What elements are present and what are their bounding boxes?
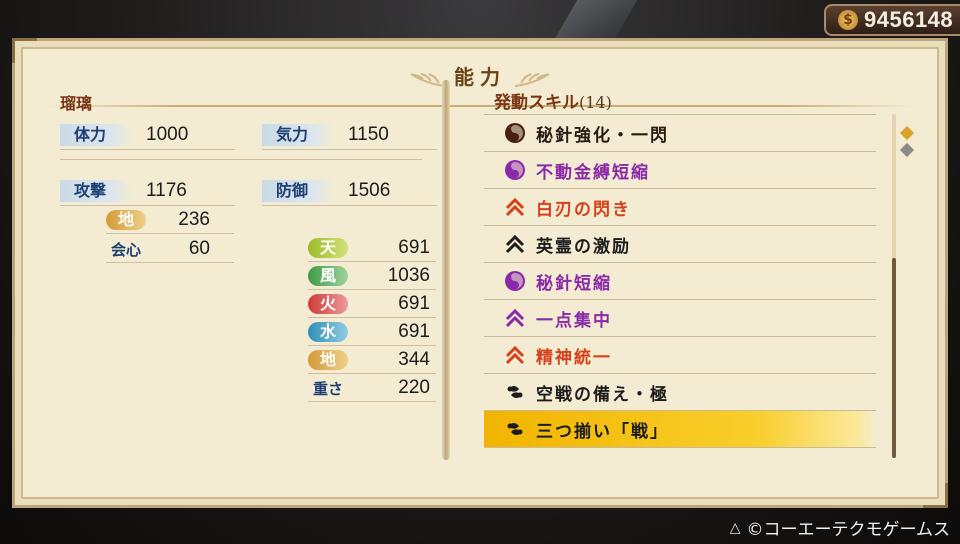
chevron-up-icon (504, 344, 526, 366)
skills-list: 秘針強化・一閃 不動金縛短縮 白刃の閃き英霊の激励秘針短縮一点集中精神統一空戦の備え… (484, 114, 876, 448)
footer: △ ©コーエーテクモゲームス (730, 515, 951, 541)
weight-row: 重さ 220 (308, 376, 436, 402)
stat-hp: 体力 1000 (60, 122, 235, 150)
skill-label: 不動金縛短縮 (536, 162, 650, 183)
attack-element-row: 地 236 (106, 208, 234, 234)
skill-item[interactable]: 秘針強化・一閃 (484, 114, 876, 151)
skill-label: 英霊の激励 (536, 236, 631, 257)
skills-scrollbar-thumb[interactable] (892, 258, 896, 458)
skill-item[interactable]: 英霊の激励 (484, 225, 876, 262)
element-earth-badge: 地 (106, 210, 146, 230)
skill-item[interactable]: 秘針短縮 (484, 262, 876, 299)
resist-fire-row: 火 691 (308, 292, 436, 318)
skill-label: 白刃の閃き (536, 199, 631, 220)
skills-column: 発動スキル(14) 秘針強化・一閃 不動金縛短縮 白刃の閃き英霊の激励秘針短縮一点集… (480, 82, 910, 462)
skills-header-label: 発動スキル (494, 93, 579, 113)
circle-swirl-icon (504, 270, 526, 292)
stat-attack: 攻撃 1176 (60, 178, 235, 206)
stat-ki: 気力 1150 (262, 122, 437, 150)
attack-element-value: 236 (178, 209, 210, 230)
stat-divider (60, 159, 422, 160)
element-earth-resist-badge: 地 (308, 350, 348, 370)
skill-label: 精神統一 (536, 347, 612, 368)
weight-label: 重さ (312, 379, 343, 398)
stat-defense-value: 1506 (348, 180, 391, 201)
stats-column: 瑠璃 体力 1000 気力 1150 攻撃 1176 防御 1506 地 236… (46, 82, 446, 457)
currency-value: 9456148 (864, 7, 954, 32)
currency-display: $ 9456148 (824, 4, 960, 36)
critical-row: 会心 60 (106, 237, 234, 263)
stat-defense-label: 防御 (262, 180, 334, 202)
resist-earth-row: 地 344 (308, 348, 436, 374)
critical-value: 60 (188, 238, 210, 259)
circle-swirl-icon (504, 122, 526, 144)
skill-item[interactable]: 不動金縛短縮 (484, 151, 876, 188)
chevron-up-icon (504, 307, 526, 329)
resist-wind-value: 1036 (387, 265, 430, 286)
skills-count: (14) (579, 93, 612, 112)
stat-attack-label: 攻撃 (60, 180, 132, 202)
stat-hp-label: 体力 (60, 124, 132, 146)
element-wind-badge: 風 (308, 266, 348, 286)
skill-label: 空戦の備え・極 (536, 384, 669, 405)
skill-item[interactable]: 三つ揃い「戦」 (484, 410, 876, 448)
coin-icon: $ (838, 10, 858, 30)
circle-swirl-icon (504, 159, 526, 181)
tomoe-icon (504, 418, 526, 440)
stat-attack-value: 1176 (146, 180, 187, 201)
weight-value: 220 (398, 377, 430, 398)
character-name: 瑠璃 (60, 94, 93, 113)
chevron-up-icon (504, 196, 526, 218)
stat-defense: 防御 1506 (262, 178, 437, 206)
copyright-text: ©コーエーテクモゲームス (746, 520, 951, 540)
element-heaven-badge: 天 (308, 238, 348, 258)
skill-label: 秘針強化・一閃 (536, 125, 669, 146)
column-divider (442, 80, 450, 460)
resist-earth-value: 344 (398, 349, 430, 370)
resist-wind-row: 風 1036 (308, 264, 436, 290)
skill-item[interactable]: 一点集中 (484, 299, 876, 336)
stat-ki-value: 1150 (348, 124, 389, 145)
element-water-badge: 水 (308, 322, 348, 342)
skill-label: 秘針短縮 (536, 273, 612, 294)
skill-item[interactable]: 空戦の備え・極 (484, 373, 876, 410)
resist-water-value: 691 (398, 321, 430, 342)
critical-label: 会心 (110, 240, 141, 259)
triangle-button-icon[interactable]: △ (730, 520, 741, 536)
stat-hp-value: 1000 (146, 124, 189, 145)
skills-header: 発動スキル(14) (494, 88, 612, 113)
tomoe-icon (504, 381, 526, 403)
resist-heaven-value: 691 (398, 237, 430, 258)
resist-water-row: 水 691 (308, 320, 436, 346)
skill-item[interactable]: 精神統一 (484, 336, 876, 373)
resist-heaven-row: 天 691 (308, 236, 436, 262)
skill-item[interactable]: 白刃の閃き (484, 188, 876, 225)
skill-label: 一点集中 (536, 310, 612, 331)
element-fire-badge: 火 (308, 294, 348, 314)
resist-fire-value: 691 (398, 293, 430, 314)
skill-label: 三つ揃い「戦」 (536, 421, 669, 442)
chevron-up-icon (504, 233, 526, 255)
stat-ki-label: 気力 (262, 124, 334, 146)
